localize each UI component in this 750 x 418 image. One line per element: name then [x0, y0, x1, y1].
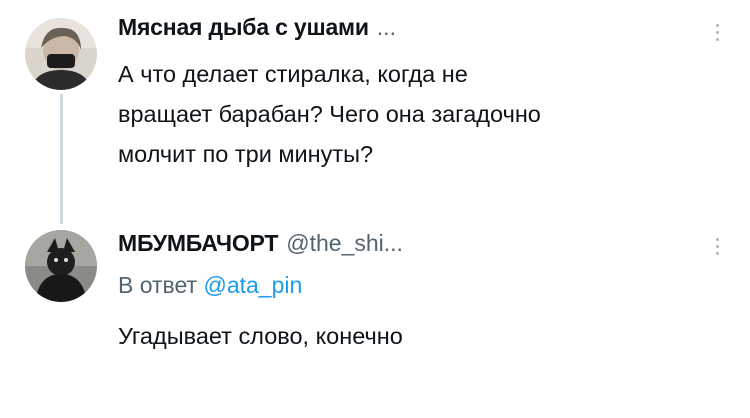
tweet-reply[interactable]: МБУМБАЧОРТ @the_shi... В ответ @ata_pin … [0, 220, 750, 418]
display-name[interactable]: МБУМБАЧОРТ [118, 230, 278, 257]
tweet-text-line: молчит по три минуты? [118, 141, 374, 167]
tweet-header: Мясная дыба с ушами ... [118, 14, 396, 41]
avatar[interactable] [25, 230, 97, 302]
reply-prefix: В ответ [118, 272, 198, 298]
tweet-original[interactable]: Мясная дыба с ушами ... А что делает сти… [0, 0, 750, 230]
avatar[interactable] [25, 18, 97, 90]
reply-to-line: В ответ @ata_pin [118, 272, 302, 299]
reply-mention-link[interactable]: @ata_pin [203, 272, 302, 298]
user-handle[interactable]: @the_shi... [286, 230, 403, 257]
more-options-icon[interactable] [714, 238, 720, 255]
thread-connector-line [60, 94, 63, 224]
user-avatar-icon [25, 18, 97, 90]
tweet-text-line: А что делает стиралка, когда не [118, 61, 468, 87]
tweet-header: МБУМБАЧОРТ @the_shi... [118, 230, 403, 257]
user-avatar-icon [25, 230, 97, 302]
tweet-text: А что делает стиралка, когда не вращает … [118, 54, 718, 174]
name-ellipsis: ... [376, 14, 396, 40]
display-name[interactable]: Мясная дыба с ушами [118, 14, 369, 41]
more-options-icon[interactable] [714, 24, 720, 41]
tweet-text-line: вращает барабан? Чего она загадочно [118, 101, 541, 127]
tweet-text: Угадывает слово, конечно [118, 323, 403, 349]
